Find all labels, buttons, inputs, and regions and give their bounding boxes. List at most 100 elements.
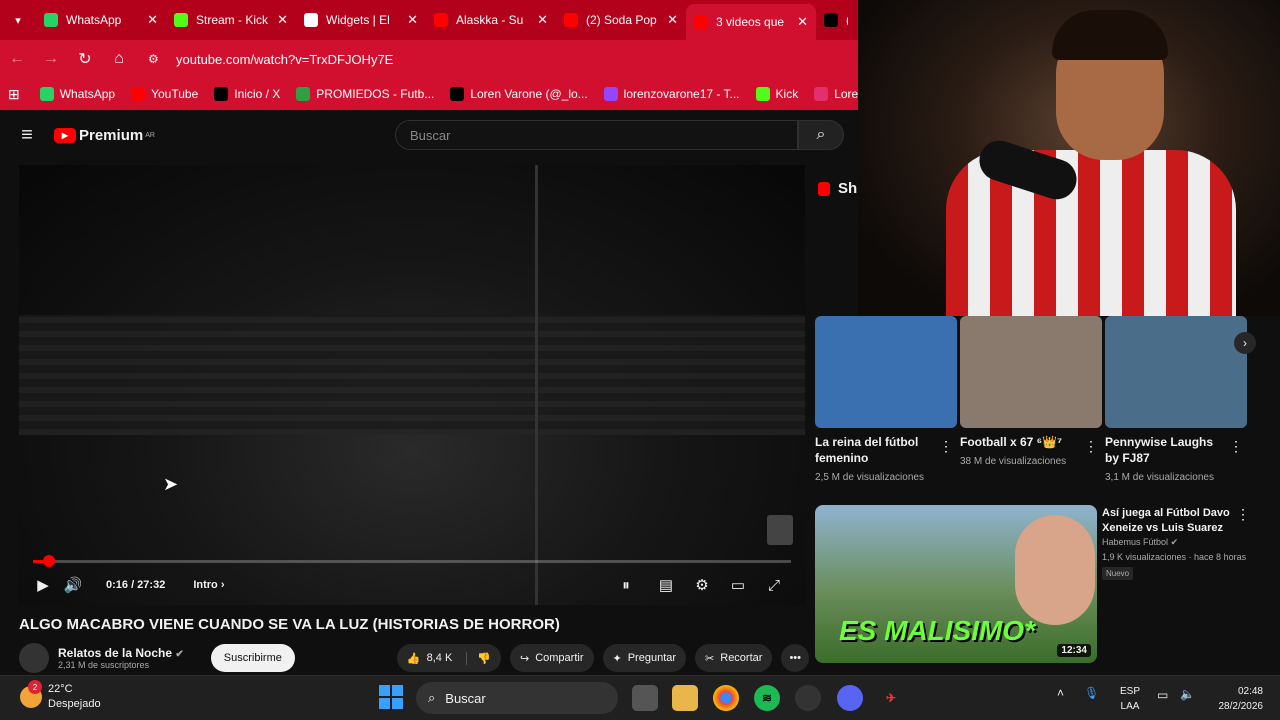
- short-title[interactable]: La reina del fútbol femenino: [815, 434, 937, 466]
- network-icon[interactable]: ▭: [1157, 688, 1168, 702]
- more-actions-icon[interactable]: •••: [781, 644, 809, 672]
- like-button[interactable]: 👍 8,4 K 👎: [396, 644, 501, 672]
- reload-icon[interactable]: ↻: [68, 49, 102, 69]
- short-more-icon[interactable]: ⋮: [939, 438, 953, 455]
- tab-close-icon[interactable]: ✕: [277, 12, 288, 28]
- file-explorer-icon[interactable]: [672, 685, 698, 711]
- recommended-title[interactable]: Así juega al Fútbol Davo Xeneize vs Luis…: [1102, 506, 1232, 536]
- browser-tab[interactable]: Stream - Kick ✕: [166, 0, 296, 40]
- windows-start-icon[interactable]: [379, 685, 403, 709]
- browser-tab[interactable]: Widgets | El ✕: [296, 0, 426, 40]
- address-toolbar: ← → ↻ ⌂ ⚙ youtube.com/watch?v=TrxDFJOHy7…: [0, 40, 858, 78]
- bookmark-item[interactable]: YouTube: [131, 87, 198, 101]
- bookmark-item[interactable]: WhatsApp: [39, 87, 116, 101]
- tab-close-icon[interactable]: ✕: [797, 14, 808, 30]
- whatsapp-icon: [44, 13, 58, 27]
- shorts-next-arrow-icon[interactable]: ›: [1234, 332, 1256, 354]
- bookmark-item[interactable]: Lorenzov: [814, 87, 858, 101]
- kick-icon: [755, 87, 770, 101]
- bookmark-item[interactable]: Loren Varone (@_lo...: [450, 87, 588, 101]
- youtube-icon: [131, 87, 146, 101]
- search-icon: ⌕: [428, 690, 436, 705]
- weather-widget[interactable]: 2 22°C Despejado: [20, 680, 101, 712]
- recommended-channel[interactable]: Habemus Fútbol ✔: [1102, 537, 1178, 548]
- settings-icon[interactable]: ⚙: [687, 576, 717, 594]
- share-button[interactable]: ↪ Compartir: [509, 644, 594, 672]
- task-view-icon[interactable]: [632, 685, 658, 711]
- short-more-icon[interactable]: ⋮: [1084, 438, 1098, 455]
- bookmark-item[interactable]: PROMIEDOS - Futb...: [296, 87, 434, 101]
- fullscreen-icon[interactable]: ⤢: [759, 577, 789, 594]
- channel-watermark[interactable]: [767, 515, 793, 545]
- chapter-button[interactable]: Intro ›: [193, 579, 224, 591]
- youtube-premium-logo[interactable]: ▶ Premium AR: [54, 127, 155, 144]
- browser-tab[interactable]: (9: [816, 0, 856, 40]
- menu-icon[interactable]: ≡: [0, 124, 54, 147]
- language-indicator[interactable]: ESP LAA: [1120, 684, 1140, 714]
- play-icon[interactable]: ▶: [28, 576, 58, 594]
- bookmark-item[interactable]: Kick: [755, 87, 798, 101]
- subscriber-count: 2,31 M de suscriptores: [58, 660, 150, 670]
- back-icon[interactable]: ←: [0, 50, 34, 68]
- discord-icon[interactable]: [837, 685, 863, 711]
- short-thumbnail[interactable]: [960, 316, 1102, 428]
- search-input[interactable]: Buscar: [395, 120, 798, 150]
- theater-mode-icon[interactable]: ▭: [723, 576, 753, 594]
- tab-close-icon[interactable]: ✕: [407, 12, 418, 28]
- short-thumbnail[interactable]: [1105, 316, 1247, 428]
- search-button[interactable]: ⌕: [798, 120, 844, 150]
- home-icon[interactable]: ⌂: [102, 50, 136, 68]
- chevron-up-icon[interactable]: ˄: [1057, 686, 1064, 700]
- forward-icon[interactable]: →: [34, 50, 68, 68]
- progress-scrubber[interactable]: [42, 555, 55, 567]
- speaker-icon[interactable]: 🔈: [1180, 687, 1195, 701]
- tab-title: (9: [846, 13, 848, 27]
- browser-tab[interactable]: WhatsApp ✕: [36, 0, 166, 40]
- weather-desc: Despejado: [48, 698, 101, 710]
- volume-icon[interactable]: 🔊: [58, 576, 88, 594]
- browser-tab[interactable]: Alaskka - Su ✕: [426, 0, 556, 40]
- app-icon[interactable]: ✈: [878, 685, 904, 711]
- browser-tab[interactable]: 3 videos que ✕: [686, 4, 816, 40]
- site-info-icon[interactable]: ⚙: [148, 52, 168, 66]
- short-more-icon[interactable]: ⋮: [1229, 438, 1243, 455]
- apps-grid-icon[interactable]: ⊞: [8, 86, 20, 103]
- clock[interactable]: 02:48 28/2/2026: [1207, 684, 1264, 714]
- bookmark-label: WhatsApp: [59, 87, 116, 101]
- short-title[interactable]: Football x 67 ⁶👑⁷: [960, 434, 1082, 450]
- ask-button[interactable]: ✦ Preguntar: [602, 644, 687, 672]
- tab-close-icon[interactable]: ✕: [537, 12, 548, 28]
- taskbar-search-label: Buscar: [445, 690, 486, 706]
- video-player[interactable]: ▶ 🔊 0:16 / 27:32 Intro › ⏸ ▤ ⚙ ▭ ⤢: [19, 165, 805, 605]
- recommended-more-icon[interactable]: ⋮: [1236, 506, 1250, 523]
- thumbs-down-icon[interactable]: 👎: [466, 651, 491, 665]
- bookmark-item[interactable]: lorenzovarone17 - T...: [603, 87, 740, 101]
- autoplay-toggle-icon[interactable]: ⏸: [611, 577, 641, 594]
- spotify-icon[interactable]: ≋: [754, 685, 780, 711]
- short-thumbnail[interactable]: [815, 316, 957, 428]
- search-placeholder: Buscar: [410, 127, 451, 143]
- subscribe-button[interactable]: Suscribirme: [210, 644, 295, 672]
- youtube-icon: [564, 13, 578, 27]
- tab-close-icon[interactable]: ✕: [147, 12, 158, 28]
- chrome-icon[interactable]: [713, 685, 739, 711]
- tab-close-icon[interactable]: ✕: [667, 12, 678, 28]
- youtube-header: ≡ ▶ Premium AR Buscar ⌕: [0, 114, 858, 156]
- browser-tab[interactable]: (2) Soda Pop ✕: [556, 0, 686, 40]
- channel-name[interactable]: Relatos de la Noche ✔: [58, 646, 184, 660]
- progress-bar[interactable]: [33, 555, 791, 567]
- recommended-thumbnail[interactable]: ES MALISIMO* 12:34: [815, 505, 1097, 663]
- taskbar-search[interactable]: ⌕ Buscar: [416, 682, 618, 714]
- kick-icon: [174, 13, 188, 27]
- tab-search-dropdown-icon[interactable]: ▾: [0, 0, 36, 40]
- obs-icon[interactable]: [795, 685, 821, 711]
- clip-button[interactable]: ✂ Recortar: [695, 644, 773, 672]
- channel-avatar[interactable]: [19, 643, 49, 673]
- bookmark-item[interactable]: Inicio / X: [214, 87, 280, 101]
- microphone-tray-icon[interactable]: 🎙: [1084, 686, 1099, 700]
- short-title[interactable]: Pennywise Laughs by FJ87: [1105, 434, 1227, 466]
- address-bar[interactable]: ⚙ youtube.com/watch?v=TrxDFJOHy7E: [142, 45, 858, 73]
- subtitles-icon[interactable]: ▤: [651, 576, 681, 594]
- chevron-right-icon: ›: [220, 579, 225, 591]
- system-tray: ˄ 🎙: [1057, 686, 1099, 700]
